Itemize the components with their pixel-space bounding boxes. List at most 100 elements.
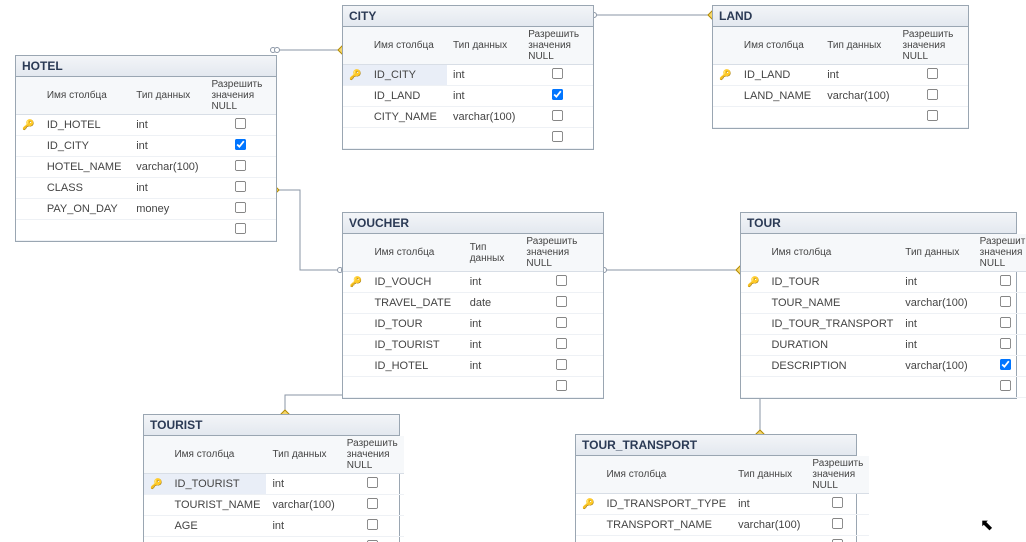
column-null[interactable] [205, 220, 276, 241]
column-name[interactable]: ID_LAND [738, 65, 821, 86]
null-checkbox[interactable] [1000, 359, 1011, 370]
column-type[interactable]: int [130, 136, 205, 157]
column-null[interactable] [520, 356, 603, 377]
column-null[interactable] [520, 314, 603, 335]
column-type[interactable]: int [266, 516, 340, 537]
table-title[interactable]: HOTEL [16, 56, 276, 77]
table-hotel[interactable]: HOTEL Имя столбца Тип данных Разрешить з… [15, 55, 277, 242]
column-row[interactable]: TRANSPORT_NAME varchar(100) [576, 515, 869, 536]
column-null[interactable] [520, 272, 603, 293]
column-name[interactable] [41, 220, 130, 241]
column-null[interactable] [205, 199, 276, 220]
column-type[interactable] [899, 377, 973, 398]
null-checkbox[interactable] [552, 89, 563, 100]
column-row[interactable]: CLASS int [16, 178, 276, 199]
column-name[interactable]: DESCRIPTION [765, 356, 899, 377]
column-row[interactable]: TOURIST_NAME varchar(100) [144, 495, 404, 516]
column-name[interactable] [765, 377, 899, 398]
column-row[interactable]: 🔑 ID_HOTEL int [16, 115, 276, 136]
column-row[interactable] [16, 220, 276, 241]
column-row[interactable] [343, 128, 593, 149]
column-name[interactable]: ID_CITY [368, 65, 447, 86]
table-title[interactable]: LAND [713, 6, 968, 27]
column-row[interactable]: 🔑 ID_CITY int [343, 65, 593, 86]
column-row[interactable]: ID_HOTEL int [343, 356, 603, 377]
column-row[interactable]: 🔑 ID_VOUCH int [343, 272, 603, 293]
column-null[interactable] [341, 495, 404, 516]
column-null[interactable] [522, 86, 593, 107]
column-name[interactable]: ID_TRANSPORT_TYPE [600, 494, 732, 515]
null-checkbox[interactable] [552, 68, 563, 79]
table-title[interactable]: TOUR [741, 213, 1016, 234]
column-name[interactable]: CLASS [41, 178, 130, 199]
column-null[interactable] [522, 107, 593, 128]
column-type[interactable] [266, 537, 340, 542]
column-row[interactable]: TOUR_NAME varchar(100) [741, 293, 1026, 314]
column-row[interactable]: DURATION int [741, 335, 1026, 356]
null-checkbox[interactable] [235, 181, 246, 192]
column-name[interactable] [368, 128, 447, 149]
column-name[interactable] [738, 107, 821, 128]
column-null[interactable] [520, 293, 603, 314]
column-type[interactable]: int [899, 314, 973, 335]
column-null[interactable] [974, 335, 1026, 356]
column-type[interactable]: money [130, 199, 205, 220]
null-checkbox[interactable] [556, 338, 567, 349]
table-land[interactable]: LAND Имя столбца Тип данных Разрешить зн… [712, 5, 969, 129]
null-checkbox[interactable] [367, 477, 378, 488]
column-name[interactable]: ID_VOUCH [368, 272, 463, 293]
column-null[interactable] [522, 128, 593, 149]
null-checkbox[interactable] [556, 275, 567, 286]
column-name[interactable]: DURATION [765, 335, 899, 356]
table-city[interactable]: CITY Имя столбца Тип данных Разрешить зн… [342, 5, 594, 150]
column-name[interactable]: AGE [168, 516, 266, 537]
column-row[interactable]: LAND_NAME varchar(100) [713, 86, 968, 107]
column-name[interactable]: ID_TOUR_TRANSPORT [765, 314, 899, 335]
column-row[interactable]: PAY_ON_DAY money [16, 199, 276, 220]
column-null[interactable] [974, 272, 1026, 293]
null-checkbox[interactable] [367, 498, 378, 509]
null-checkbox[interactable] [1000, 380, 1011, 391]
column-name[interactable]: LAND_NAME [738, 86, 821, 107]
column-name[interactable] [368, 377, 463, 398]
column-name[interactable]: ID_HOTEL [41, 115, 130, 136]
column-name[interactable]: TOURIST_NAME [168, 495, 266, 516]
null-checkbox[interactable] [832, 518, 843, 529]
column-name[interactable]: ID_TOUR [368, 314, 463, 335]
table-title[interactable]: TOUR_TRANSPORT [576, 435, 856, 456]
column-row[interactable] [741, 377, 1026, 398]
null-checkbox[interactable] [235, 223, 246, 234]
column-row[interactable] [576, 536, 869, 542]
column-type[interactable]: int [447, 86, 522, 107]
column-name[interactable]: PAY_ON_DAY [41, 199, 130, 220]
column-type[interactable]: int [899, 335, 973, 356]
column-null[interactable] [974, 356, 1026, 377]
column-null[interactable] [205, 157, 276, 178]
table-title[interactable]: TOURIST [144, 415, 399, 436]
null-checkbox[interactable] [556, 359, 567, 370]
null-checkbox[interactable] [235, 139, 246, 150]
column-null[interactable] [522, 65, 593, 86]
column-type[interactable]: int [464, 356, 521, 377]
column-type[interactable]: int [464, 335, 521, 356]
table-title[interactable]: VOUCHER [343, 213, 603, 234]
column-null[interactable] [520, 335, 603, 356]
column-name[interactable]: ID_TOUR [765, 272, 899, 293]
null-checkbox[interactable] [927, 89, 938, 100]
column-name[interactable]: ID_LAND [368, 86, 447, 107]
column-row[interactable]: ID_LAND int [343, 86, 593, 107]
column-name[interactable]: HOTEL_NAME [41, 157, 130, 178]
column-row[interactable]: 🔑 ID_LAND int [713, 65, 968, 86]
column-type[interactable]: int [899, 272, 973, 293]
column-null[interactable] [341, 474, 404, 495]
column-row[interactable]: 🔑 ID_TRANSPORT_TYPE int [576, 494, 869, 515]
column-type[interactable]: varchar(100) [821, 86, 896, 107]
null-checkbox[interactable] [1000, 275, 1011, 286]
column-null[interactable] [897, 86, 969, 107]
column-null[interactable] [341, 537, 404, 542]
column-type[interactable]: varchar(100) [899, 293, 973, 314]
column-name[interactable]: ID_TOURIST [168, 474, 266, 495]
column-type[interactable]: varchar(100) [732, 515, 806, 536]
column-type[interactable]: int [464, 314, 521, 335]
column-null[interactable] [205, 136, 276, 157]
